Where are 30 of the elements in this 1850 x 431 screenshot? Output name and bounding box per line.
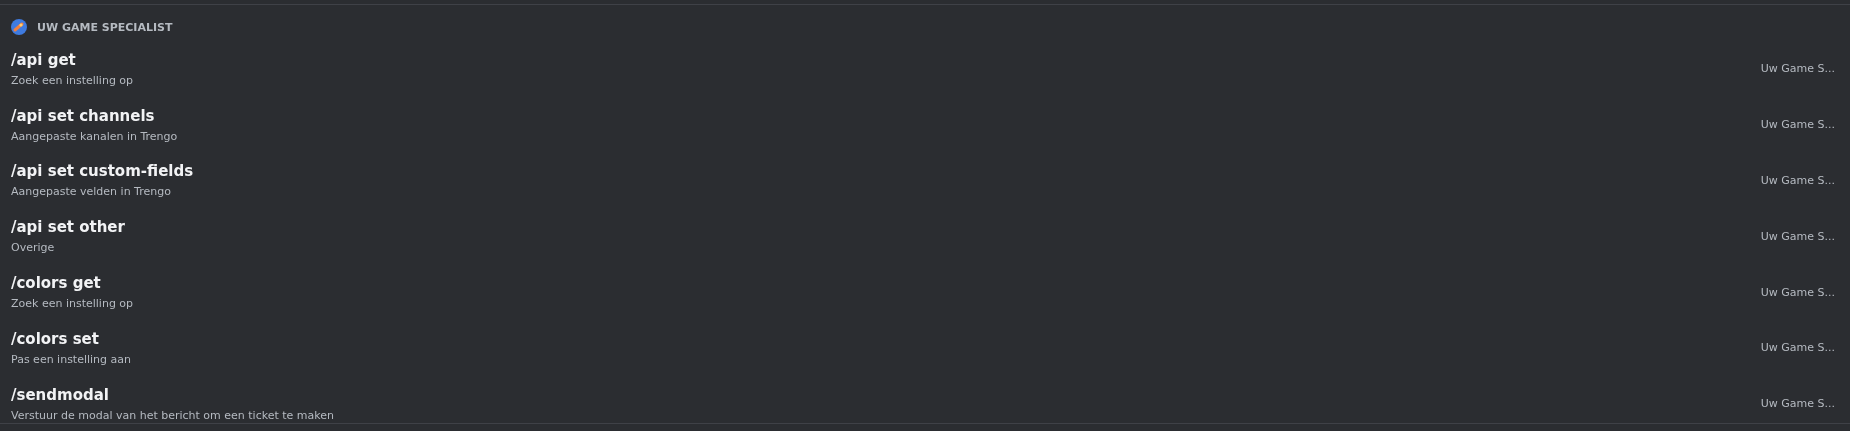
command-item[interactable]: /colors set Pas een instelling aan Uw Game S... (0, 320, 1850, 376)
command-source: Uw Game S... (1760, 229, 1835, 243)
command-description: Zoek een instelling op (11, 297, 134, 311)
command-name: /api set channels (11, 106, 156, 125)
command-name: /api set other (11, 218, 125, 237)
command-item[interactable]: /api set other Overige Uw Game S... (0, 208, 1850, 265)
command-description: Overige (11, 241, 56, 255)
command-source: Uw Game S... (1760, 397, 1835, 411)
command-item[interactable]: /api set custom-fields Aangepaste velden in Trengo Uw Game S... (0, 152, 1850, 209)
server-icon (11, 19, 27, 35)
command-description: Pas een instelling aan (11, 352, 132, 366)
command-item[interactable]: /sendmodal Verstuur de modal van het bericht om een ticket te maken Uw Game S... (0, 375, 1850, 431)
command-description: Aangepaste velden in Trengo (11, 185, 172, 199)
command-source: Uw Game S... (1760, 174, 1835, 187)
command-name: /colors set (11, 329, 100, 348)
command-description: Aangepaste kanalen in Trengo (11, 129, 178, 143)
command-name: /sendmodal (11, 385, 110, 404)
command-source: Uw Game S... (1760, 62, 1835, 76)
command-name: /colors get (11, 274, 102, 293)
command-description: Verstuur de modal van het bericht om een ticket te maken (11, 408, 335, 422)
command-source: Uw Game S... (1760, 341, 1835, 355)
command-item[interactable]: /colors get Zoek een instelling op Uw Game S... (0, 264, 1850, 320)
command-description: Zoek een instelling op (11, 73, 134, 87)
command-name: /api get (11, 50, 77, 69)
section-title: UW GAME SPECIALIST (37, 20, 173, 34)
command-item[interactable]: /api get Zoek een instelling op Uw Game S... (0, 41, 1850, 97)
command-source: Uw Game S... (1760, 118, 1835, 132)
command-name: /api set custom-fields (11, 162, 194, 181)
command-item[interactable]: /api set channels Aangepaste kanalen in Trengo Uw Game S... (0, 96, 1850, 153)
command-source: Uw Game S... (1760, 285, 1835, 299)
